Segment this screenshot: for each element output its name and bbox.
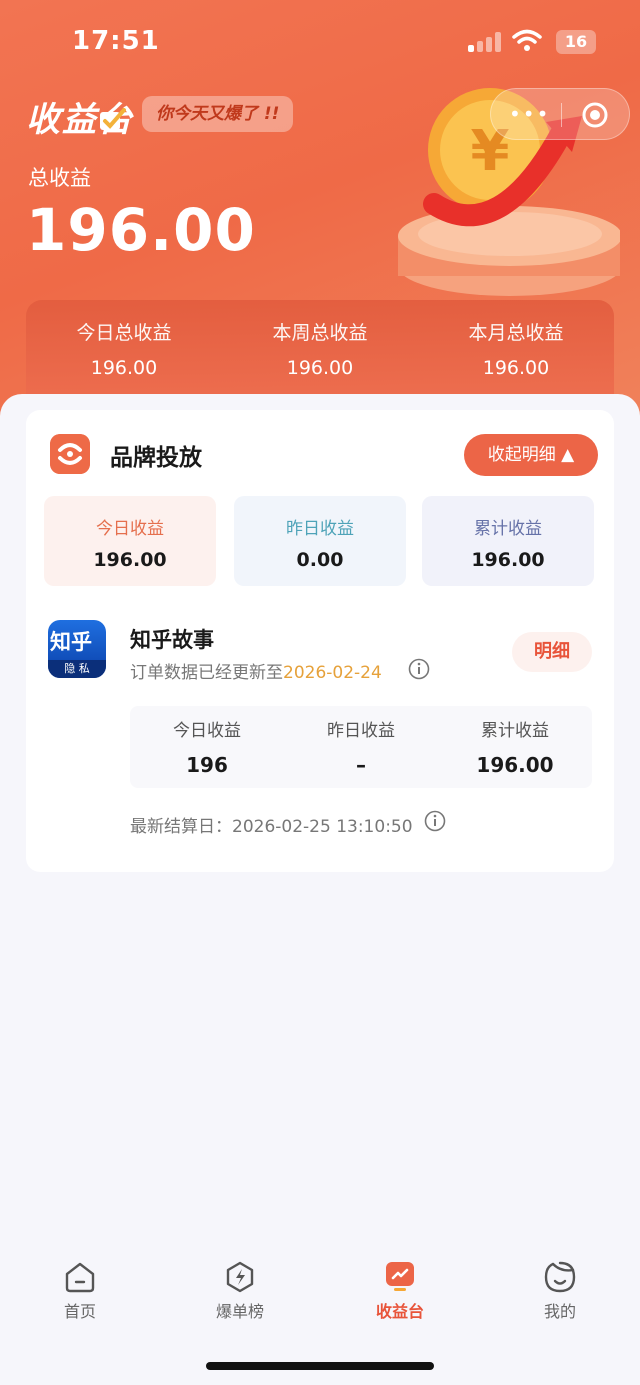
zhihu-app-icon: 知乎 隐 私 <box>48 620 106 678</box>
title-check-icon <box>100 108 126 130</box>
app-stat-cumulative: 累计收益 196.00 <box>438 706 592 788</box>
stat-yesterday: 昨日收益 0.00 <box>234 496 406 586</box>
update-status: 订单数据已经更新至2026-02-24 <box>130 658 382 683</box>
app-name: 知乎故事 <box>130 628 214 652</box>
status-bar: 17:51 16 <box>0 0 640 86</box>
home-indicator[interactable] <box>206 1362 434 1370</box>
brand-logo-icon <box>50 434 90 474</box>
detail-button[interactable]: 明细 <box>512 632 592 672</box>
app-icon-text: 知乎 <box>50 630 92 654</box>
stat-value: – <box>356 753 366 777</box>
stat-label: 昨日收益 <box>327 721 395 741</box>
stat-value: 0.00 <box>296 549 344 571</box>
brand-section-title: 品牌投放 <box>110 445 202 471</box>
info-icon[interactable] <box>424 810 446 832</box>
stat-label: 今日收益 <box>96 519 164 539</box>
home-icon <box>65 1262 95 1293</box>
settle-label: 最新结算日： <box>130 817 232 837</box>
total-earnings-value: 196.00 <box>26 196 256 264</box>
cellular-signal-icon <box>468 32 502 52</box>
summary-label: 今日总收益 <box>76 322 172 344</box>
settlement-date: 最新结算日：2026-02-25 13:10:50 <box>130 812 413 837</box>
slogan-badge: 你今天又爆了 !! <box>142 96 294 132</box>
summary-value: 196.00 <box>286 357 354 379</box>
summary-label: 本周总收益 <box>272 322 368 344</box>
tab-label: 首页 <box>63 1302 96 1321</box>
total-earnings-label: 总收益 <box>28 166 91 190</box>
summary-value: 196.00 <box>482 357 550 379</box>
collapse-details-button[interactable]: 收起明细 ▲ <box>464 434 598 476</box>
brand-placement-card: 品牌投放 收起明细 ▲ 今日收益 196.00 昨日收益 0.00 累计收益 1… <box>26 410 614 872</box>
capsule-divider <box>561 103 562 127</box>
stat-label: 累计收益 <box>474 519 542 539</box>
tab-earnings[interactable]: 收益台 <box>320 1250 480 1340</box>
tab-ranking[interactable]: 爆单榜 <box>160 1250 320 1340</box>
tab-profile[interactable]: 我的 <box>480 1250 640 1340</box>
stat-label: 昨日收益 <box>286 519 354 539</box>
app-stat-today: 今日收益 196 <box>130 706 284 788</box>
close-target-icon[interactable] <box>581 101 609 129</box>
stat-value: 196.00 <box>476 753 554 777</box>
tab-label: 爆单榜 <box>215 1302 264 1321</box>
profile-face-icon <box>544 1261 576 1293</box>
collapse-label: 收起明细 <box>487 445 556 465</box>
bottom-tab-bar: 首页 爆单榜 收益台 我的 <box>0 1250 640 1340</box>
info-icon[interactable] <box>408 658 430 680</box>
more-options-icon[interactable]: ••• <box>509 102 550 126</box>
tab-label: 我的 <box>543 1302 576 1321</box>
settle-time: 2026-02-25 13:10:50 <box>232 817 413 837</box>
earnings-icon <box>386 1262 414 1291</box>
stat-cumulative: 累计收益 196.00 <box>422 496 594 586</box>
wifi-icon <box>512 29 542 51</box>
stat-value: 196 <box>186 753 228 777</box>
stat-label: 累计收益 <box>481 721 549 741</box>
mini-program-capsule: ••• <box>490 88 630 140</box>
tab-label: 收益台 <box>375 1302 424 1321</box>
summary-label: 本月总收益 <box>468 322 564 344</box>
app-stats-panel: 今日收益 196 昨日收益 – 累计收益 196.00 <box>130 706 592 788</box>
tab-home[interactable]: 首页 <box>0 1250 160 1340</box>
lightning-icon <box>226 1261 254 1293</box>
stat-today: 今日收益 196.00 <box>44 496 216 586</box>
update-prefix: 订单数据已经更新至 <box>130 663 283 683</box>
status-time: 17:51 <box>72 26 160 56</box>
update-date: 2026-02-24 <box>283 663 382 683</box>
stat-value: 196.00 <box>93 549 167 571</box>
stat-label: 今日收益 <box>173 721 241 741</box>
caret-up-icon: ▲ <box>561 445 575 465</box>
app-icon-privacy: 隐 私 <box>48 660 106 678</box>
app-stat-yesterday: 昨日收益 – <box>284 706 438 788</box>
battery-indicator: 16 <box>556 30 596 54</box>
summary-value: 196.00 <box>90 357 158 379</box>
stat-value: 196.00 <box>471 549 545 571</box>
